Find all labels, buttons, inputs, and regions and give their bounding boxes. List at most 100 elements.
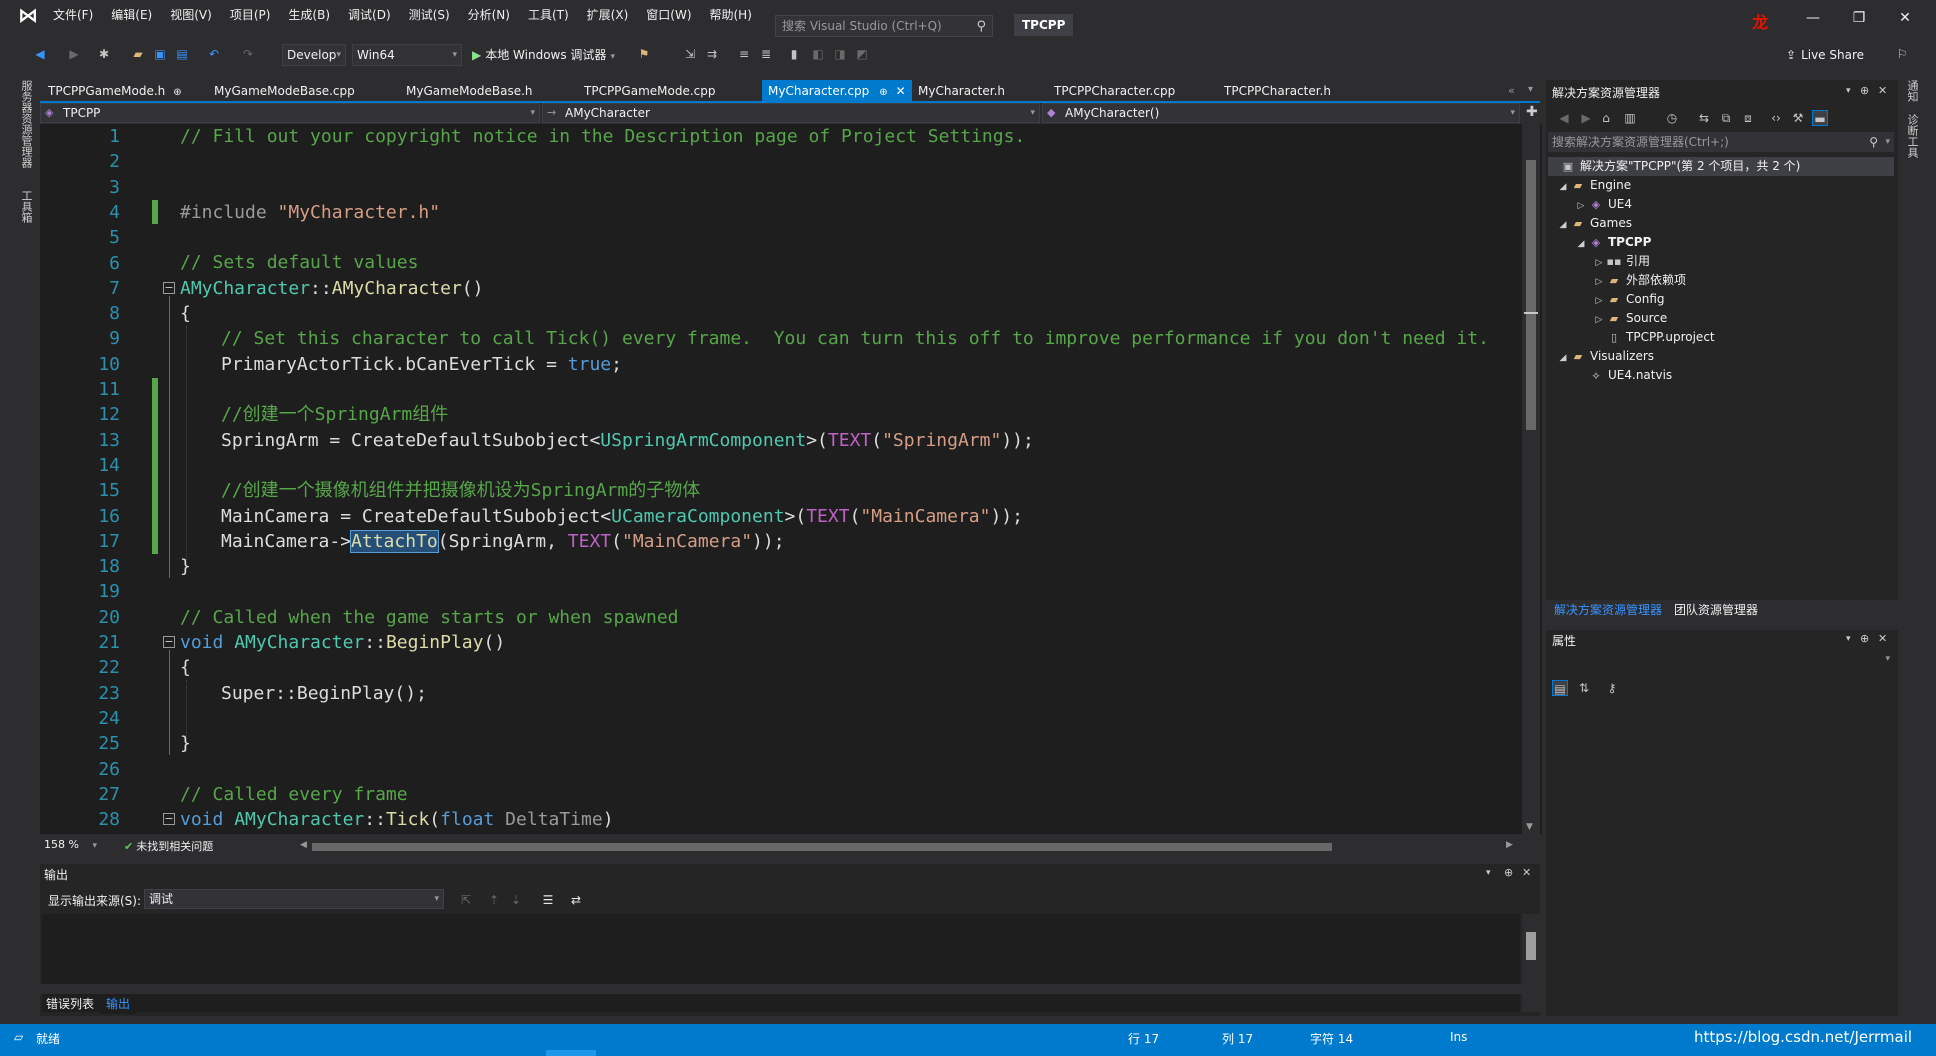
back-icon[interactable]: ◀: [32, 46, 48, 62]
forward-icon[interactable]: ▶: [1578, 110, 1594, 126]
minimize-button[interactable]: —: [1796, 8, 1830, 28]
diagnostic-tools-tab[interactable]: 诊断工具: [1904, 114, 1920, 158]
tree-item-engine[interactable]: ◢ ▰ Engine: [1556, 176, 1632, 197]
panel-menu-icon[interactable]: ▾: [1846, 634, 1851, 644]
expanded-arrow-icon[interactable]: ◢: [1556, 349, 1570, 368]
tree-item-natvis[interactable]: ⟡ UE4.natvis: [1574, 366, 1672, 385]
pin-icon[interactable]: ⊕: [173, 87, 181, 98]
notifications-tab[interactable]: 通知: [1904, 80, 1920, 102]
sync-icon[interactable]: ⇆: [1696, 110, 1712, 126]
start-debugging-button[interactable]: ▶ 本地 Windows 调试器 ▾: [472, 44, 615, 66]
tab-error-list[interactable]: 错误列表: [40, 994, 100, 1014]
preview-selected-icon[interactable]: ▬: [1812, 110, 1828, 126]
expanded-arrow-icon[interactable]: ◢: [1556, 178, 1570, 197]
server-explorer-tab[interactable]: 服务器资源管理器: [18, 80, 34, 168]
open-folder-icon[interactable]: ▰: [130, 46, 146, 62]
pin-icon[interactable]: ⊕: [1860, 632, 1869, 645]
panel-menu-icon[interactable]: ▾: [1846, 86, 1851, 96]
step-over-icon[interactable]: ⇉: [704, 46, 720, 62]
categorized-icon[interactable]: ▤: [1552, 680, 1568, 696]
tree-item-config[interactable]: ▷ ▰ Config: [1592, 290, 1665, 309]
close-panel-icon[interactable]: ✕: [1878, 84, 1887, 97]
alphabetical-icon[interactable]: ⇅: [1576, 680, 1592, 696]
feedback-icon[interactable]: ⚐: [1894, 46, 1910, 62]
output-source-select[interactable]: 调试 ▾: [144, 889, 444, 909]
menu-analyze[interactable]: 分析(N): [459, 0, 519, 30]
clear-all-icon[interactable]: ☰: [540, 892, 556, 908]
collapse-icon[interactable]: −: [163, 813, 175, 825]
save-all-icon[interactable]: ▤: [174, 46, 190, 62]
menu-help[interactable]: 帮助(H): [701, 0, 761, 30]
tree-item-visualizers[interactable]: ◢ ▰ Visualizers: [1556, 347, 1655, 368]
menu-project[interactable]: 项目(P): [221, 0, 280, 30]
tab-dropdown-icon[interactable]: ▾: [1528, 84, 1533, 95]
properties-wrench-icon[interactable]: ⚒: [1790, 110, 1806, 126]
find-message-icon[interactable]: ⇱: [458, 892, 474, 908]
live-share-button[interactable]: ⇪ Live Share: [1786, 44, 1864, 66]
tree-item-games[interactable]: ◢ ▰ Games: [1556, 214, 1632, 233]
view-code-icon[interactable]: ‹›: [1768, 110, 1784, 126]
menu-build[interactable]: 生成(B): [279, 0, 339, 30]
menu-test[interactable]: 测试(S): [400, 0, 459, 30]
expanded-arrow-icon[interactable]: ◢: [1574, 235, 1588, 254]
tree-item-references[interactable]: ▷ ▪▪ 引用: [1592, 252, 1650, 271]
scroll-left-icon[interactable]: ◀: [300, 840, 307, 850]
solution-search-input[interactable]: 搜索解决方案资源管理器(Ctrl+;) ⚲ ▾: [1548, 132, 1894, 152]
collapse-icon[interactable]: −: [163, 636, 175, 648]
scroll-right-icon[interactable]: ▶: [1506, 840, 1513, 850]
output-vertical-scrollbar[interactable]: [1522, 914, 1540, 1012]
pin-icon[interactable]: ⊕: [1860, 84, 1869, 97]
bookmark-icon[interactable]: ▮: [786, 46, 802, 62]
step-icon[interactable]: ⇲: [682, 46, 698, 62]
tab-solution-explorer[interactable]: 解决方案资源管理器: [1550, 600, 1666, 620]
outdent-icon[interactable]: ≡: [736, 46, 752, 62]
scroll-down-icon[interactable]: ▼: [1526, 822, 1533, 832]
notification-icon[interactable]: ▱: [14, 1030, 23, 1044]
pending-changes-icon[interactable]: ◷: [1664, 110, 1680, 126]
clear-bookmarks-icon[interactable]: ◩: [854, 46, 870, 62]
redo-icon[interactable]: ↷: [240, 46, 256, 62]
tab-tpcppgamemode-cpp[interactable]: TPCPPGameMode.cpp: [578, 80, 721, 102]
properties-object-select[interactable]: ▾: [1548, 654, 1894, 672]
issues-indicator[interactable]: ✔ 未找到相关问题: [124, 838, 213, 854]
tree-item-solution[interactable]: ▣ 解决方案"TPCPP"(第 2 个项目，共 2 个): [1548, 157, 1894, 176]
platform-select[interactable]: Win64 ▾: [352, 44, 462, 66]
menu-view[interactable]: 视图(V): [161, 0, 221, 30]
tab-mygamemodebase-cpp[interactable]: MyGameModeBase.cpp: [208, 80, 361, 102]
split-editor-icon[interactable]: ✚: [1526, 104, 1538, 120]
member-scope-select[interactable]: ◆ AMyCharacter() ▾: [1042, 103, 1520, 123]
tab-tpcppgamemode-h[interactable]: TPCPPGameMode.h ⊕: [42, 80, 188, 102]
close-panel-icon[interactable]: ✕: [1878, 632, 1887, 645]
horizontal-scrollbar-thumb[interactable]: [312, 843, 1332, 851]
show-all-files-icon[interactable]: ⧈: [1740, 110, 1756, 126]
word-wrap-icon[interactable]: ⇄: [568, 892, 584, 908]
new-project-icon[interactable]: ✱: [96, 46, 112, 62]
pin-icon[interactable]: ⊕: [1504, 866, 1513, 879]
close-tab-icon[interactable]: ✕: [896, 84, 906, 98]
type-scope-select[interactable]: → AMyCharacter ▾: [542, 103, 1040, 123]
indent-icon[interactable]: ≣: [758, 46, 774, 62]
close-panel-icon[interactable]: ✕: [1522, 866, 1531, 879]
output-horizontal-scrollbar[interactable]: [40, 984, 1540, 994]
configuration-select[interactable]: Develop ▾: [282, 44, 346, 66]
zoom-level[interactable]: 158 % ▾: [44, 838, 97, 851]
menu-debug[interactable]: 调试(D): [339, 0, 400, 30]
scrollbar-thumb[interactable]: [1526, 160, 1536, 430]
tab-tpcppcharacter-cpp[interactable]: TPCPPCharacter.cpp: [1048, 80, 1181, 102]
menu-edit[interactable]: 编辑(E): [102, 0, 161, 30]
back-icon[interactable]: ◀: [1556, 110, 1572, 126]
toolbox-tab[interactable]: 工具箱: [18, 190, 34, 223]
expanded-arrow-icon[interactable]: ◢: [1556, 216, 1570, 235]
tab-mycharacter-cpp[interactable]: MyCharacter.cpp ⊕ ✕: [762, 80, 912, 102]
home-icon[interactable]: ⌂: [1598, 110, 1614, 126]
pin-icon[interactable]: ⊕: [879, 87, 887, 98]
tab-tpcppcharacter-h[interactable]: TPCPPCharacter.h: [1218, 80, 1337, 102]
attach-icon[interactable]: ⚑: [636, 46, 652, 62]
tab-team-explorer[interactable]: 团队资源管理器: [1670, 600, 1762, 620]
next-bookmark-icon[interactable]: ◨: [832, 46, 848, 62]
tab-mycharacter-h[interactable]: MyCharacter.h: [912, 80, 1011, 102]
undo-icon[interactable]: ↶: [206, 46, 222, 62]
panel-menu-icon[interactable]: ▾: [1486, 868, 1491, 878]
next-message-icon[interactable]: ⇣: [508, 892, 524, 908]
switch-views-icon[interactable]: ▥: [1622, 110, 1638, 126]
